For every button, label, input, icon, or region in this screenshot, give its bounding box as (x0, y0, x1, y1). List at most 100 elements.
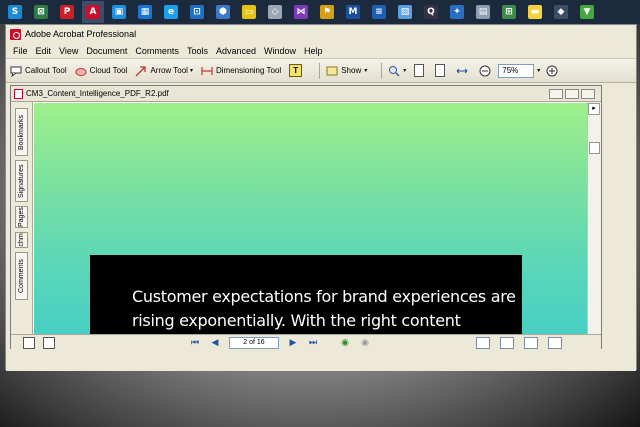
taskbar-photo-icon[interactable]: ▧ (394, 1, 416, 23)
page-number-input[interactable]: 2 of 16 (229, 336, 279, 349)
m-app-icon: M (346, 5, 360, 19)
taskbar-cube-icon[interactable]: ◇ (264, 1, 286, 23)
minus-circle-icon (479, 65, 491, 77)
page-text-panel: Customer expectations for brand experien… (90, 255, 522, 335)
taskbar-flag-icon[interactable]: ⚑ (316, 1, 338, 23)
dimensioning-icon (201, 65, 213, 77)
taskbar-acrobat-icon[interactable]: A (82, 1, 104, 23)
acrobat-icon: A (86, 5, 100, 19)
callout-tool-button[interactable]: Callout Tool (10, 65, 67, 77)
fit-page-button[interactable] (435, 64, 448, 77)
tab-bookmarks[interactable]: Bookmarks (15, 108, 28, 156)
zoom-in-button[interactable] (546, 65, 561, 77)
arrow-tool-button[interactable]: Arrow Tool ▾ (135, 65, 193, 77)
taskbar-pinterest-icon[interactable]: P (56, 1, 78, 23)
taskbar-skype-icon[interactable]: S (4, 1, 26, 23)
cloud-icon: ◆ (554, 5, 568, 19)
taskbar-calc-icon[interactable]: ▤ (472, 1, 494, 23)
zoom-tool-dropdown-icon[interactable]: ▾ (403, 67, 406, 74)
taskbar-photos-icon[interactable]: ▣ (108, 1, 130, 23)
menu-edit[interactable]: Edit (32, 46, 56, 56)
edge-icon: e (164, 5, 178, 19)
facing-view-icon[interactable] (524, 336, 538, 349)
taskbar-vs-icon[interactable]: ⋈ (290, 1, 312, 23)
tab-signatures[interactable]: Signatures (15, 160, 28, 202)
menu-window[interactable]: Window (260, 46, 300, 56)
menu-file[interactable]: File (9, 46, 32, 56)
menu-help[interactable]: Help (300, 46, 327, 56)
pdf-page-view[interactable]: Customer expectations for brand experien… (34, 103, 587, 335)
layout-continuous-icon[interactable] (43, 336, 55, 349)
callout-tool-label: Callout Tool (25, 66, 67, 75)
fit-width-icon (456, 65, 468, 77)
window-title: Adobe Acrobat Professional (25, 29, 137, 39)
taskbar-shield-icon[interactable]: ⬢ (212, 1, 234, 23)
taskbar-calendar-icon[interactable]: ▦ (134, 1, 156, 23)
taskbar-list-icon[interactable]: ≡ (368, 1, 390, 23)
sheet-icon: ⊞ (502, 5, 516, 19)
taskbar-cloud-icon[interactable]: ◆ (550, 1, 572, 23)
tab-comments[interactable]: Comments (15, 252, 28, 300)
continuous-facing-view-icon[interactable] (548, 336, 562, 349)
zoom-tool-button[interactable]: ▾ (388, 65, 406, 77)
q-app-icon: Q (424, 5, 438, 19)
page-body-text: Customer expectations for brand experien… (132, 285, 516, 333)
taskbar-edge-icon[interactable]: e (160, 1, 182, 23)
document-title-bar: CM3_Content_Intelligence_PDF_R2.pdf (11, 86, 601, 102)
menu-tools[interactable]: Tools (183, 46, 212, 56)
zoom-level-input[interactable]: 75% (498, 63, 535, 78)
acrobat-logo-icon (10, 28, 21, 40)
previous-page-icon[interactable]: ◀ (209, 337, 221, 349)
maximize-button[interactable] (565, 89, 579, 99)
taskbar-vpn-icon[interactable]: ▼ (576, 1, 598, 23)
taskbar-star-app-icon[interactable]: ✦ (446, 1, 468, 23)
tab-pages[interactable]: Pages (15, 206, 28, 228)
taskbar-q-app-icon[interactable]: Q (420, 1, 442, 23)
document-window: CM3_Content_Intelligence_PDF_R2.pdf Book… (10, 85, 602, 350)
next-page-icon[interactable]: ▶ (287, 337, 299, 349)
show-dropdown-icon[interactable]: ▾ (364, 67, 367, 74)
page-icon (414, 64, 425, 77)
last-page-icon[interactable]: ⏭ (307, 337, 319, 349)
zoom-out-button[interactable] (479, 65, 494, 77)
taskbar: S ⊠ P A ▣ ▦ e ⊡ ⬢ ▭ ◇ ⋈ ⚑ M ≡ ▧ Q ✦ ▤ ⊞ ▬ ◆ ▼ (0, 0, 640, 24)
list-icon: ≡ (372, 5, 386, 19)
minimize-button[interactable] (549, 89, 563, 99)
continuous-view-icon[interactable] (500, 336, 514, 349)
scrollbar-thumb[interactable] (589, 142, 600, 154)
zoom-level-dropdown-icon[interactable]: ▾ (537, 67, 540, 74)
navigation-tabs: Bookmarks Signatures Pages Attachments C… (11, 102, 33, 334)
taskbar-store-icon[interactable]: ⊡ (186, 1, 208, 23)
show-button[interactable]: Show ▾ (326, 65, 367, 77)
menu-comments[interactable]: Comments (131, 46, 183, 56)
fit-width-button[interactable] (456, 65, 471, 77)
single-page-view-icon[interactable] (476, 336, 490, 349)
taskbar-m-app-icon[interactable]: M (342, 1, 364, 23)
actual-size-button[interactable] (414, 64, 427, 77)
menu-document[interactable]: Document (82, 46, 131, 56)
taskbar-sheet-icon[interactable]: ⊞ (498, 1, 520, 23)
vertical-scrollbar[interactable]: ▸ (587, 102, 601, 334)
taskbar-notes-icon[interactable]: ▭ (238, 1, 260, 23)
dimensioning-tool-label: Dimensioning Tool (215, 66, 282, 75)
previous-view-icon[interactable]: ◉ (339, 337, 351, 349)
first-page-icon[interactable]: ⏮ (189, 337, 201, 349)
notes-icon: ▭ (242, 5, 256, 19)
star-app-icon: ✦ (450, 5, 464, 19)
text-box-tool-button[interactable]: T (289, 64, 305, 77)
dimensioning-tool-button[interactable]: Dimensioning Tool (201, 65, 281, 77)
cloud-tool-button[interactable]: Cloud Tool (75, 65, 127, 77)
menu-view[interactable]: View (55, 46, 82, 56)
arrow-tool-dropdown-icon[interactable]: ▾ (190, 67, 193, 74)
menu-advanced[interactable]: Advanced (212, 46, 260, 56)
scroll-up-icon[interactable]: ▸ (588, 103, 600, 115)
close-button[interactable] (581, 89, 595, 99)
taskbar-chat-icon[interactable]: ▬ (524, 1, 546, 23)
layout-single-icon[interactable] (23, 336, 35, 349)
taskbar-spreadsheet-icon[interactable]: ⊠ (30, 1, 52, 23)
desktop: S ⊠ P A ▣ ▦ e ⊡ ⬢ ▭ ◇ ⋈ ⚑ M ≡ ▧ Q ✦ ▤ ⊞ ▬ ◆ ▼ Adobe Acrobat Pr… (0, 0, 640, 427)
skype-icon: S (8, 5, 22, 19)
tab-attachments[interactable]: Attachments (15, 232, 28, 248)
next-view-icon[interactable]: ◉ (359, 337, 371, 349)
arrow-tool-label: Arrow Tool (150, 66, 188, 75)
